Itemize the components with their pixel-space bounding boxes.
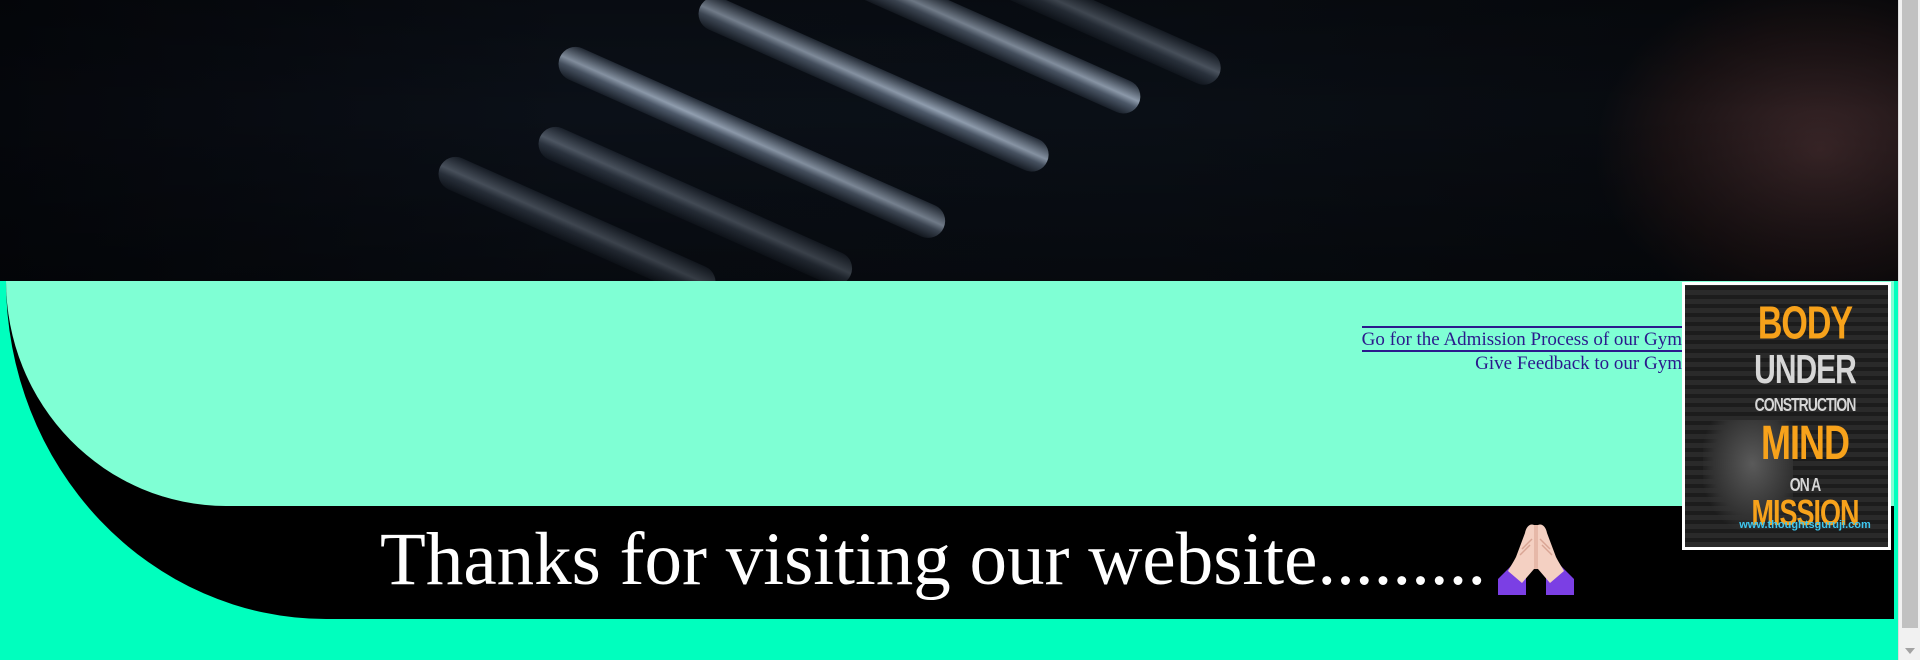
poster-line: MIND (1761, 414, 1850, 470)
footer-mint-panel (6, 281, 1894, 506)
scroll-down-arrow-icon[interactable] (1905, 648, 1915, 654)
motivational-poster: BODY UNDER CONSTRUCTION MIND ON A MISSIO… (1682, 282, 1891, 550)
admission-process-link[interactable]: Go for the Admission Process of our Gym (1361, 326, 1682, 352)
poster-line: ON A (1789, 473, 1821, 495)
poster-line: CONSTRUCTION (1754, 393, 1857, 415)
vertical-scrollbar[interactable] (1898, 0, 1920, 660)
footer-links: Go for the Admission Process of our Gym … (1361, 326, 1682, 376)
folded-hands-icon (1498, 524, 1574, 595)
poster-url: www.thoughtsguruji.com (1739, 519, 1871, 531)
poster-line: BODY (1757, 298, 1853, 350)
poster-line: UNDER (1754, 348, 1857, 393)
hero-overlay (0, 0, 1898, 281)
scrollbar-thumb[interactable] (1902, 0, 1918, 628)
feedback-link[interactable]: Give Feedback to our Gym (1362, 352, 1682, 376)
hero-image (0, 0, 1898, 281)
thanks-message: Thanks for visiting our website......... (380, 518, 1487, 601)
